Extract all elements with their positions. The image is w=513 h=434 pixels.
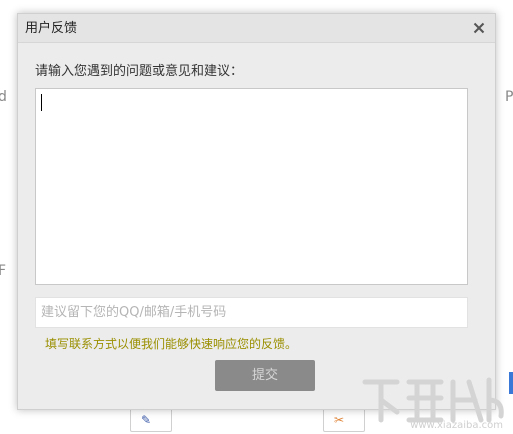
close-button[interactable]: [470, 19, 488, 37]
dialog-titlebar: 用户反馈: [18, 14, 495, 43]
text-caret: [41, 94, 42, 111]
background-app-card: ✎: [130, 408, 172, 432]
tool-icon: ✂: [334, 413, 345, 427]
screen: d F P ✎ ✂ 用户反馈 请输入您遇到的问题或意见和建议： 填写联系方式以便…: [0, 0, 513, 434]
contact-input[interactable]: [35, 297, 468, 328]
feedback-dialog: 用户反馈 请输入您遇到的问题或意见和建议： 填写联系方式以便我们能够快速响应您的…: [17, 13, 496, 410]
submit-button[interactable]: 提交: [215, 360, 315, 391]
dialog-title: 用户反馈: [25, 21, 78, 36]
feedback-prompt-label: 请输入您遇到的问题或意见和建议：: [35, 64, 244, 79]
close-icon: [473, 22, 485, 34]
pen-icon: ✎: [141, 413, 152, 427]
feedback-textarea[interactable]: [35, 88, 468, 285]
contact-hint: 填写联系方式以便我们能够快速响应您的反馈。: [45, 337, 298, 351]
background-text-fragment: d: [0, 89, 7, 105]
background-text-fragment: F: [0, 263, 7, 279]
watermark-url: www.xiazaiba.com: [410, 420, 503, 431]
background-text-fragment: P: [505, 89, 513, 105]
side-accent-bar: [509, 372, 513, 394]
background-app-card: ✂: [323, 408, 365, 432]
